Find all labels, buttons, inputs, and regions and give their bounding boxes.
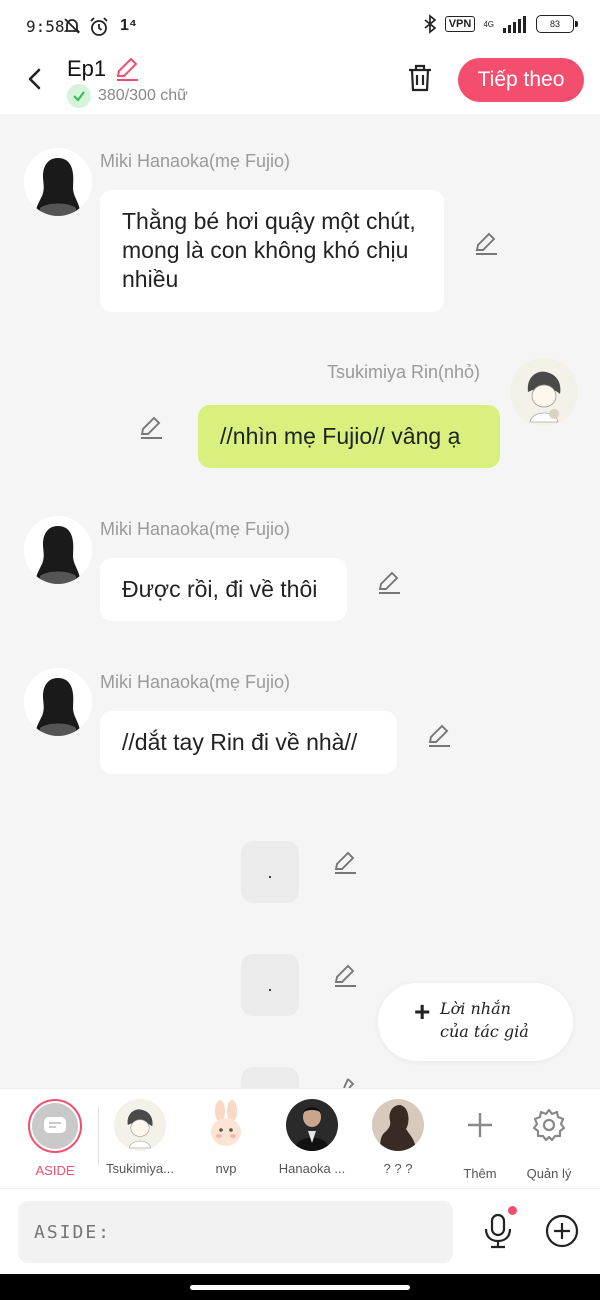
character-label: nvp: [215, 1161, 237, 1176]
character-bar: ASIDE Tsukimiya... nvp Hanaoka ... ? ? ?…: [0, 1088, 600, 1188]
message-bubble-own[interactable]: //nhìn mẹ Fujio// vâng ạ: [198, 405, 500, 468]
character-nvp[interactable]: nvp: [186, 1099, 266, 1176]
avatar-miki[interactable]: [24, 668, 92, 736]
word-count-check-icon: [67, 84, 91, 108]
character-avatar: [286, 1099, 338, 1151]
plus-icon: +: [414, 996, 431, 1027]
character-avatar: [114, 1099, 166, 1151]
manage-characters-button[interactable]: Quản lý: [509, 1099, 589, 1181]
edit-message-icon[interactable]: [426, 722, 452, 748]
speaker-name: Miki Hanaoka(mẹ Fujio): [100, 151, 291, 171]
input-bar: [0, 1188, 600, 1274]
speaker-name: Miki Hanaoka(mẹ Fujio): [100, 672, 291, 692]
character-label: ? ? ?: [383, 1161, 413, 1176]
edit-title-pencil-icon[interactable]: [114, 56, 140, 82]
battery-level: 83: [549, 19, 560, 29]
plus-icon: [468, 1113, 492, 1137]
next-button[interactable]: Tiếp theo: [458, 58, 584, 102]
home-indicator[interactable]: [190, 1285, 410, 1290]
character-hanaoka[interactable]: Hanaoka ...: [272, 1099, 352, 1176]
status-time: 9:58: [26, 17, 65, 36]
battery-icon: 83: [536, 15, 578, 33]
character-label: Thêm: [463, 1166, 497, 1181]
speaker-name: Tsukimiya Rin(nhỏ): [327, 362, 481, 382]
alarm-icon: [90, 17, 108, 36]
author-note-line2: của tác giả: [440, 1022, 529, 1041]
status-bar: 9:58 1⁴ VPN 4G 83: [0, 0, 600, 54]
add-circle-icon[interactable]: [545, 1214, 579, 1248]
vpn-badge: VPN: [444, 16, 476, 32]
word-count: 380/300 chữ: [98, 87, 188, 104]
character-tsukimiya[interactable]: Tsukimiya...: [100, 1099, 180, 1176]
bunny-avatar: [200, 1099, 252, 1151]
character-label: Tsukimiya...: [106, 1161, 174, 1176]
author-note-button[interactable]: + Lời nhắn của tác giả: [378, 983, 573, 1061]
character-label: Hanaoka ...: [278, 1161, 346, 1176]
notification-dot: [508, 1206, 517, 1215]
message-bubble[interactable]: Được rồi, đi về thôi: [100, 558, 347, 621]
edit-message-icon[interactable]: [376, 569, 402, 595]
bluetooth-icon: [424, 14, 437, 34]
status-signal-label: 1⁴: [120, 17, 137, 34]
character-avatar: [372, 1099, 424, 1151]
avatar-tsukimiya[interactable]: [510, 358, 578, 426]
aside-bubble[interactable]: .: [241, 954, 299, 1016]
edit-message-icon[interactable]: [473, 230, 499, 256]
character-unknown[interactable]: ? ? ?: [358, 1099, 438, 1176]
gear-icon: [532, 1108, 566, 1142]
microphone-icon[interactable]: [482, 1213, 514, 1249]
chat-bubble-icon: [44, 1117, 66, 1133]
edit-message-icon[interactable]: [332, 962, 358, 988]
episode-title: Ep1: [67, 56, 107, 81]
edit-message-icon[interactable]: [332, 1075, 358, 1088]
add-character-button[interactable]: Thêm: [440, 1099, 520, 1181]
editor-header: Ep1 380/300 chữ Tiếp theo: [0, 54, 600, 114]
character-label: ASIDE: [35, 1163, 75, 1178]
bell-off-icon: [63, 18, 81, 34]
aside-bubble-partial[interactable]: [241, 1067, 299, 1088]
back-arrow-icon[interactable]: [20, 64, 50, 94]
divider: [98, 1107, 99, 1165]
speaker-name: Miki Hanaoka(mẹ Fujio): [100, 519, 291, 539]
character-aside[interactable]: ASIDE: [15, 1099, 95, 1178]
aside-bubble[interactable]: .: [241, 841, 299, 903]
system-nav-bar: [0, 1274, 600, 1300]
author-note-line1: Lời nhắn: [440, 999, 511, 1018]
message-bubble[interactable]: Thằng bé hơi quậy một chút, mong là con …: [100, 190, 444, 312]
message-bubble[interactable]: //dắt tay Rin đi về nhà//: [100, 711, 397, 774]
avatar-miki[interactable]: [24, 148, 92, 216]
edit-message-icon[interactable]: [138, 414, 164, 440]
message-input[interactable]: [18, 1201, 453, 1263]
character-label: Quản lý: [526, 1166, 572, 1181]
edit-message-icon[interactable]: [332, 849, 358, 875]
trash-icon[interactable]: [404, 62, 436, 94]
avatar-miki[interactable]: [24, 516, 92, 584]
aside-avatar: [28, 1099, 82, 1153]
network-type: 4G: [483, 19, 494, 29]
signal-bars-icon: [503, 16, 526, 33]
